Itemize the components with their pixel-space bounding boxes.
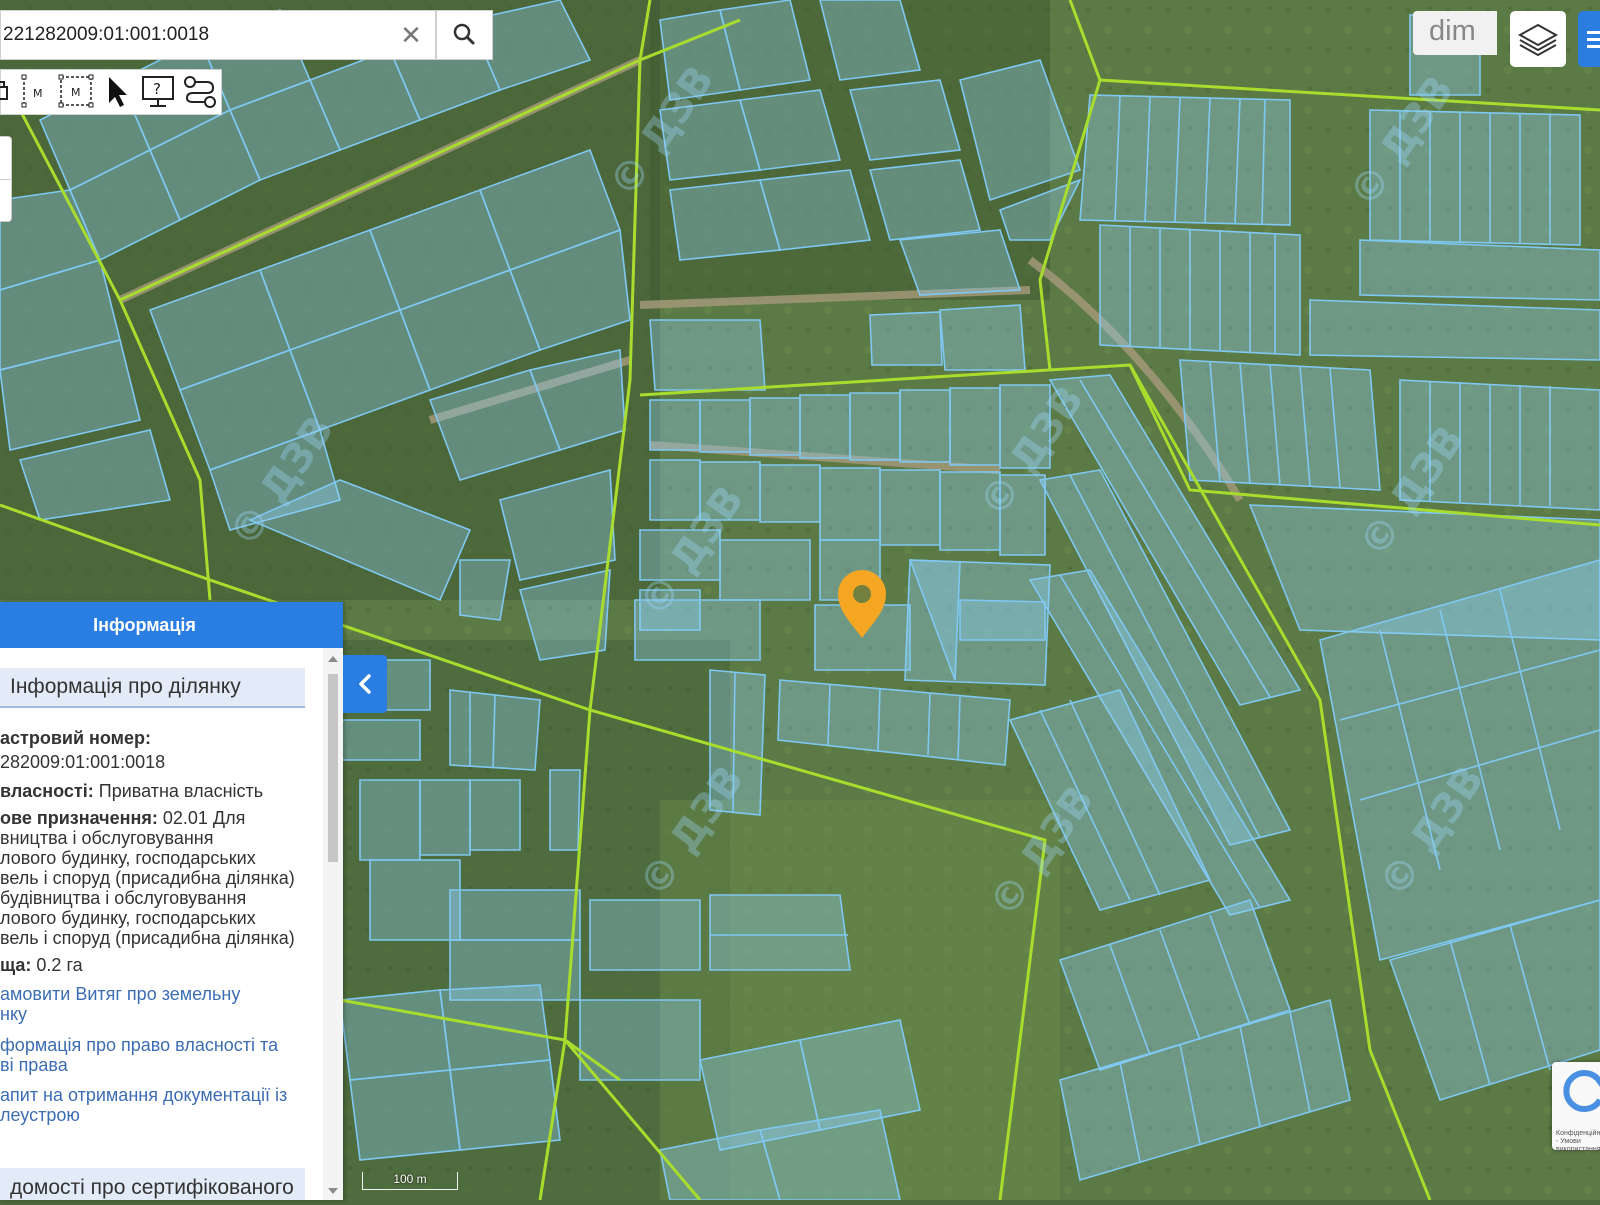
purpose-field-line: будівництва і обслуговування xyxy=(0,888,247,908)
area-field: ща: 0.2 га xyxy=(0,955,83,975)
scroll-down-arrow-icon[interactable] xyxy=(328,1188,338,1194)
purpose-field-line: лового будинку, господарських xyxy=(0,908,256,928)
chevron-left-icon xyxy=(359,674,371,694)
info-panel: Інформація Інформація про ділянку астров… xyxy=(0,602,343,1200)
clear-search-icon[interactable]: ✕ xyxy=(397,21,425,49)
recaptcha-logo-icon xyxy=(1563,1070,1600,1112)
measure-area-tool-button[interactable]: M xyxy=(57,73,95,111)
purpose-field: ове призначення: 02.01 Для xyxy=(0,808,246,828)
scroll-up-arrow-icon[interactable] xyxy=(328,656,338,662)
request-documentation-link[interactable]: апит на отримання документації із леустро… xyxy=(0,1085,300,1125)
layers-icon xyxy=(1517,23,1559,57)
zoom-controls[interactable] xyxy=(0,136,12,222)
info-panel-scrollbar[interactable] xyxy=(323,648,343,1200)
measure-area-icon: M xyxy=(58,74,94,108)
cadastral-number-value: 282009:01:001:0018 xyxy=(0,752,166,772)
certified-engineer-section-title[interactable]: домості про сертифікованого xyxy=(0,1168,305,1200)
route-tool-button[interactable] xyxy=(181,73,219,111)
svg-text:M: M xyxy=(33,87,43,100)
info-panel-header: Інформація xyxy=(0,602,343,648)
parcel-info-section-title[interactable]: Інформація про ділянку xyxy=(0,668,305,708)
info-tool-button[interactable]: ? xyxy=(139,73,177,111)
hamburger-icon xyxy=(1587,38,1600,41)
svg-text:M: M xyxy=(71,86,81,99)
purpose-field-line: вель і споруд (присадибна ділянка) xyxy=(0,928,295,948)
recaptcha-privacy-text: Конфіденційність - Умови використання xyxy=(1556,1130,1600,1153)
cadastral-search-box: ✕ xyxy=(0,10,436,60)
purpose-field-line: вель і споруд (присадибна ділянка) xyxy=(0,868,295,888)
select-pointer-tool-button[interactable] xyxy=(99,73,137,111)
zoom-separator xyxy=(0,179,11,180)
search-icon xyxy=(453,23,475,45)
scroll-thumb[interactable] xyxy=(328,674,338,862)
map-scale-bar: 100 m xyxy=(362,1172,458,1190)
menu-button[interactable] xyxy=(1578,11,1600,67)
map-toolbar: M M ? xyxy=(0,69,222,115)
hamburger-icon xyxy=(1587,31,1600,34)
measure-line-tool-button[interactable]: M xyxy=(18,73,56,111)
ownership-rights-link[interactable]: формація про право власності та ві права xyxy=(0,1035,300,1075)
purpose-field-line: вництва і обслуговування xyxy=(0,828,214,848)
layers-button[interactable] xyxy=(1510,11,1566,67)
hamburger-icon xyxy=(1587,45,1600,48)
cursor-arrow-icon xyxy=(109,77,127,107)
measure-line-icon: M xyxy=(21,74,43,108)
search-button[interactable] xyxy=(436,10,493,60)
cadastral-search-input[interactable] xyxy=(1,11,393,59)
svg-text:?: ? xyxy=(153,80,161,98)
info-panel-body: Інформація про ділянку астровий номер: 2… xyxy=(0,648,323,1200)
ownership-type-field: власності: Приватна власність xyxy=(0,781,264,801)
purpose-field-line: лового будинку, господарських xyxy=(0,848,256,868)
cadastral-number-label: астровий номер: xyxy=(0,728,151,748)
info-query-icon: ? xyxy=(142,76,174,107)
route-icon xyxy=(184,76,216,108)
collapse-panel-button[interactable] xyxy=(343,655,387,713)
site-watermark: dim xyxy=(1413,11,1497,55)
recaptcha-badge[interactable]: Конфіденційність - Умови використання xyxy=(1552,1062,1600,1153)
order-extract-link[interactable]: амовити Витяг про земельну нку xyxy=(0,984,300,1024)
